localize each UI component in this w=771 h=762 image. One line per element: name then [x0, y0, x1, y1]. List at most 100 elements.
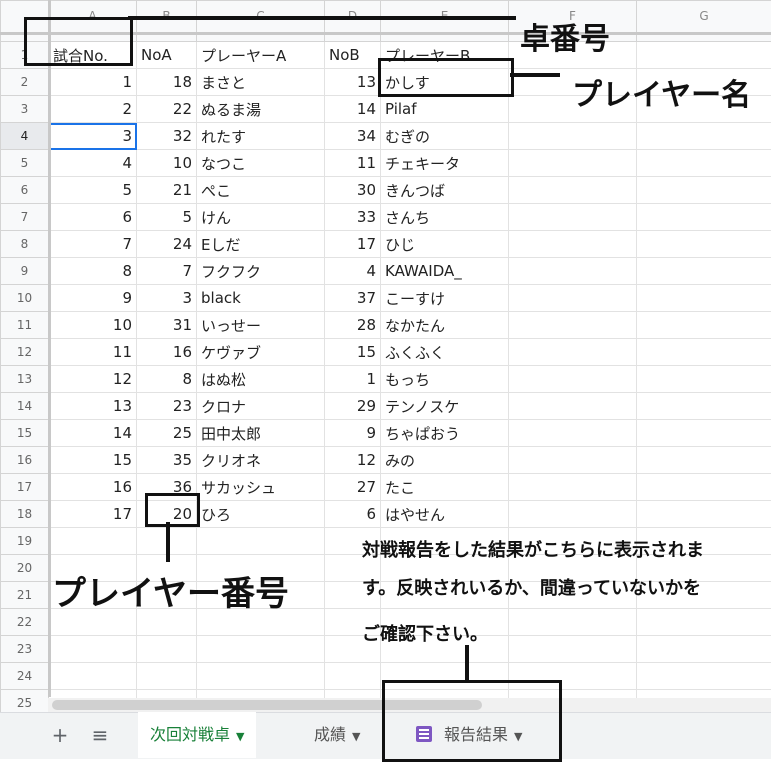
cell-match-no[interactable]: 15	[49, 447, 137, 474]
cell-no-b[interactable]: 17	[325, 231, 381, 258]
cell[interactable]	[637, 285, 771, 312]
row-header[interactable]: 9	[1, 258, 49, 285]
row-header[interactable]: 8	[1, 231, 49, 258]
cell-player-a[interactable]: ひろ	[197, 501, 325, 528]
column-header-b[interactable]: B	[137, 1, 197, 42]
cell[interactable]	[637, 420, 771, 447]
row-header[interactable]: 23	[1, 636, 49, 663]
cell[interactable]	[637, 609, 771, 636]
cell-player-a[interactable]: ケヴァブ	[197, 339, 325, 366]
cell-no-a[interactable]: 23	[137, 393, 197, 420]
row-header[interactable]: 3	[1, 96, 49, 123]
cell-player-a[interactable]: いっせー	[197, 312, 325, 339]
cell-player-b[interactable]: ちゃぱおう	[381, 420, 509, 447]
column-header-e[interactable]: E	[381, 1, 509, 42]
cell-player-b[interactable]: テンノスケ	[381, 393, 509, 420]
cell-no-a[interactable]: 7	[137, 258, 197, 285]
chevron-down-icon[interactable]: ▼	[352, 730, 360, 743]
row-header[interactable]: 20	[1, 555, 49, 582]
cell-no-a[interactable]: 10	[137, 150, 197, 177]
cell-match-no[interactable]: 9	[49, 285, 137, 312]
cell-player-b[interactable]: もっち	[381, 366, 509, 393]
tab-next-match[interactable]: 次回対戦卓▼	[138, 712, 256, 758]
cell[interactable]	[509, 177, 637, 204]
cell-match-no[interactable]: 10	[49, 312, 137, 339]
cell[interactable]	[637, 393, 771, 420]
cell-no-b[interactable]: 27	[325, 474, 381, 501]
cell[interactable]	[509, 204, 637, 231]
cell-no-a[interactable]: 31	[137, 312, 197, 339]
column-header-g[interactable]: G	[637, 1, 771, 42]
cell-no-a[interactable]: 16	[137, 339, 197, 366]
cell[interactable]	[637, 474, 771, 501]
cell-player-b[interactable]: きんつば	[381, 177, 509, 204]
cell[interactable]	[509, 447, 637, 474]
cell[interactable]	[637, 204, 771, 231]
cell-header-player-a[interactable]: プレーヤーA	[197, 42, 325, 69]
cell-player-b[interactable]: たこ	[381, 474, 509, 501]
cell[interactable]	[197, 663, 325, 690]
cell-player-b[interactable]: ひじ	[381, 231, 509, 258]
row-header[interactable]: 17	[1, 474, 49, 501]
row-header[interactable]: 10	[1, 285, 49, 312]
cell-player-a[interactable]: クリオネ	[197, 447, 325, 474]
cell[interactable]	[509, 609, 637, 636]
cell-match-no[interactable]: 7	[49, 231, 137, 258]
cell-no-a[interactable]: 24	[137, 231, 197, 258]
cell-no-a[interactable]: 5	[137, 204, 197, 231]
cell-no-b[interactable]: 34	[325, 123, 381, 150]
cell[interactable]	[509, 231, 637, 258]
row-header[interactable]: 6	[1, 177, 49, 204]
cell-match-no[interactable]: 4	[49, 150, 137, 177]
cell-match-no[interactable]: 3	[49, 123, 137, 150]
cell[interactable]	[637, 636, 771, 663]
row-header[interactable]: 21	[1, 582, 49, 609]
cell-no-b[interactable]: 9	[325, 420, 381, 447]
cell[interactable]	[637, 258, 771, 285]
row-header[interactable]: 22	[1, 609, 49, 636]
cell-player-a[interactable]: black	[197, 285, 325, 312]
row-header[interactable]: 16	[1, 447, 49, 474]
cell[interactable]	[637, 312, 771, 339]
row-header[interactable]: 12	[1, 339, 49, 366]
cell[interactable]	[637, 150, 771, 177]
cell-player-a[interactable]: なつこ	[197, 150, 325, 177]
cell-player-a[interactable]: れたす	[197, 123, 325, 150]
cell-player-a[interactable]: クロナ	[197, 393, 325, 420]
row-header[interactable]: 5	[1, 150, 49, 177]
cell-player-b[interactable]: KAWAIDA_	[381, 258, 509, 285]
cell[interactable]	[509, 420, 637, 447]
cell[interactable]	[325, 663, 381, 690]
cell-header-no-b[interactable]: NoB	[325, 42, 381, 69]
cell[interactable]	[49, 663, 137, 690]
cell[interactable]	[637, 663, 771, 690]
row-header[interactable]: 13	[1, 366, 49, 393]
cell-player-a[interactable]: ぬるま湯	[197, 96, 325, 123]
cell-match-no[interactable]: 12	[49, 366, 137, 393]
cell[interactable]	[637, 447, 771, 474]
column-header-d[interactable]: D	[325, 1, 381, 42]
frozen-column-divider[interactable]	[48, 0, 51, 697]
cell-no-a[interactable]: 21	[137, 177, 197, 204]
cell-player-a[interactable]: 田中太郎	[197, 420, 325, 447]
cell-no-a[interactable]: 3	[137, 285, 197, 312]
cell-player-b[interactable]: さんち	[381, 204, 509, 231]
cell[interactable]	[637, 42, 771, 69]
cell-player-a[interactable]: Eしだ	[197, 231, 325, 258]
cell[interactable]	[509, 636, 637, 663]
all-sheets-menu-icon[interactable]: ≡	[85, 712, 115, 758]
cell-no-a[interactable]: 22	[137, 96, 197, 123]
cell[interactable]	[509, 339, 637, 366]
row-header[interactable]: 4	[1, 123, 49, 150]
cell-no-b[interactable]: 14	[325, 96, 381, 123]
cell-no-b[interactable]: 28	[325, 312, 381, 339]
cell-no-b[interactable]: 11	[325, 150, 381, 177]
cell-no-a[interactable]: 8	[137, 366, 197, 393]
cell[interactable]	[197, 636, 325, 663]
row-header[interactable]: 19	[1, 528, 49, 555]
cell[interactable]	[509, 258, 637, 285]
cell-no-a[interactable]: 18	[137, 69, 197, 96]
cell-player-b[interactable]: Pilaf	[381, 96, 509, 123]
cell-no-b[interactable]: 1	[325, 366, 381, 393]
cell[interactable]	[509, 150, 637, 177]
